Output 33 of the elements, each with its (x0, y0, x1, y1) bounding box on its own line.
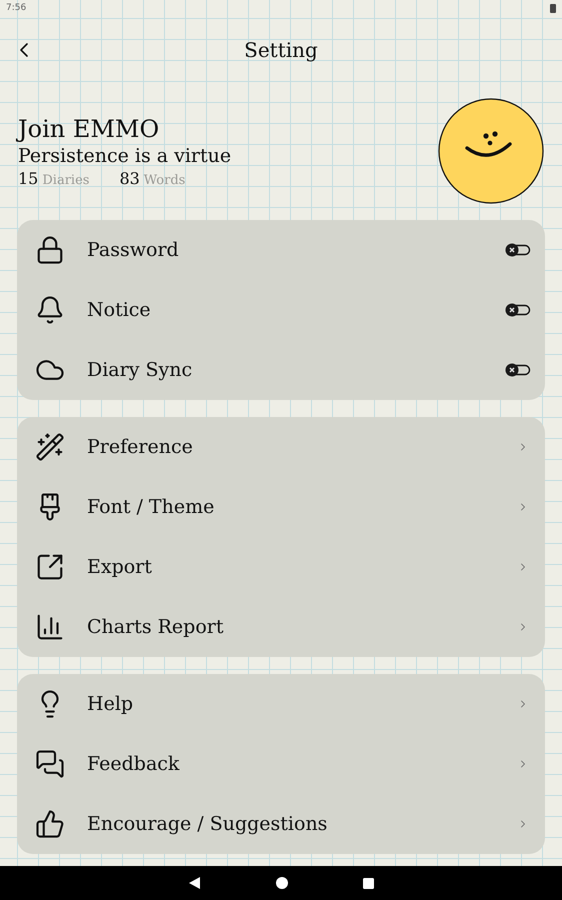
page-title: Setting (244, 38, 318, 62)
toggle-switch[interactable] (505, 243, 531, 257)
export-icon (35, 552, 65, 582)
setting-label[interactable]: Preference (87, 436, 495, 458)
setting-label[interactable]: Font / Theme (87, 496, 495, 518)
setting-label[interactable]: Notice (87, 299, 483, 321)
setting-label[interactable]: Password (87, 239, 483, 261)
stat-value: 83 (119, 168, 140, 188)
profile-name: Join EMMO (18, 114, 160, 142)
magic-wand-icon (35, 432, 65, 462)
setting-label[interactable]: Encourage / Suggestions (87, 813, 495, 835)
bell-icon (35, 295, 65, 325)
home-nav-icon[interactable] (276, 877, 288, 889)
setting-label[interactable]: Charts Report (87, 616, 495, 638)
back-nav-icon[interactable] (188, 877, 200, 889)
recents-nav-icon[interactable] (362, 878, 374, 888)
setting-label[interactable]: Help (87, 693, 495, 715)
bar-chart-icon (35, 612, 65, 642)
toggle-switch[interactable] (505, 363, 531, 377)
status-time: 7:56 (6, 3, 26, 13)
setting-label[interactable]: Feedback (87, 753, 495, 775)
stat-value: 15 (18, 168, 38, 188)
smiley-avatar[interactable] (438, 98, 544, 204)
stat-label: Words (144, 172, 186, 188)
stat-label: Diaries (42, 172, 90, 188)
toggle-switch[interactable] (505, 303, 531, 317)
profile-motto: Persistence is a virtue (18, 144, 232, 166)
battery-icon (550, 3, 556, 13)
setting-label[interactable]: Diary Sync (87, 359, 483, 381)
thumbs-up-icon (35, 809, 65, 839)
lock-icon (35, 235, 65, 265)
chat-bubbles-icon (35, 749, 65, 779)
setting-label[interactable]: Export (87, 556, 495, 578)
